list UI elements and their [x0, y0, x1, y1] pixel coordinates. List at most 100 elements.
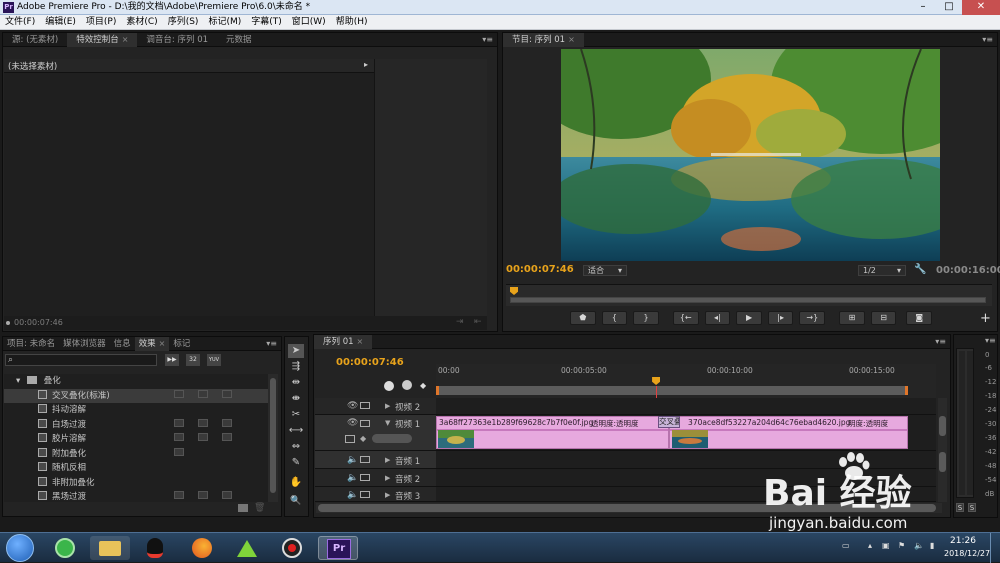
- collapse-track-icon[interactable]: ▼: [385, 419, 390, 427]
- slip-tool-icon[interactable]: ⟷: [288, 424, 304, 438]
- folder-dissolve[interactable]: ▾ 叠化: [4, 374, 268, 389]
- panel-menu-icon[interactable]: ▾≡: [266, 337, 277, 351]
- track-header-audio3[interactable]: 🔈 ▶ 音频 3: [315, 487, 436, 502]
- expand-track-icon[interactable]: ▶: [385, 491, 390, 499]
- fit-dropdown[interactable]: 适合 ▾: [583, 265, 627, 276]
- menu-edit[interactable]: 编辑(E): [40, 15, 81, 29]
- record-icon[interactable]: [272, 536, 312, 560]
- keyframe-icon[interactable]: ◆: [360, 434, 366, 443]
- scrollbar-thumb[interactable]: [270, 378, 276, 493]
- speaker-icon[interactable]: 🔈: [347, 490, 358, 500]
- track-lane-video2[interactable]: [436, 398, 936, 415]
- solo-right-button[interactable]: S: [968, 503, 976, 512]
- network-icon[interactable]: ▮: [930, 541, 934, 550]
- export-frame-icon[interactable]: ◙: [906, 311, 933, 325]
- pinnacle-icon[interactable]: [227, 536, 267, 560]
- start-icon[interactable]: [6, 534, 34, 562]
- lock-icon[interactable]: [360, 491, 370, 498]
- new-bin-icon[interactable]: [238, 504, 248, 512]
- track-header-audio1[interactable]: 🔈 ▶ 音频 1: [315, 451, 436, 469]
- volume-icon[interactable]: 🔈: [914, 541, 924, 550]
- tray-arrow-icon[interactable]: ▴: [868, 541, 872, 550]
- filter-icon[interactable]: ⇥: [456, 317, 464, 327]
- list-item[interactable]: 非附加叠化: [4, 476, 268, 491]
- wrench-icon[interactable]: 🔧: [914, 264, 926, 275]
- menu-project[interactable]: 项目(P): [81, 15, 121, 29]
- clock-date[interactable]: 2018/12/27: [944, 549, 990, 558]
- close-icon[interactable]: ×: [568, 35, 575, 44]
- yuv-effects-button[interactable]: YUV: [207, 354, 221, 366]
- resolution-dropdown[interactable]: 1/2 ▾: [858, 265, 906, 276]
- tab-metadata[interactable]: 元数据: [217, 33, 261, 47]
- clip-opacity-label[interactable]: 明度:透明度: [848, 418, 888, 429]
- track-header-audio2[interactable]: 🔈 ▶ 音频 2: [315, 469, 436, 487]
- set-marker-icon[interactable]: [402, 380, 412, 390]
- work-area-bar[interactable]: [436, 386, 908, 395]
- close-icon[interactable]: ×: [159, 339, 166, 348]
- track-header-video1[interactable]: 👁 ▼ 视频 1 ◆: [315, 415, 436, 451]
- tray-app-icon[interactable]: ▣: [882, 541, 890, 550]
- file-explorer-icon[interactable]: [90, 536, 130, 560]
- solo-left-button[interactable]: S: [956, 503, 964, 512]
- go-to-in-icon[interactable]: {←: [672, 311, 699, 325]
- clip-opacity-label[interactable]: 透明度:透明度: [591, 418, 639, 429]
- speaker-icon[interactable]: 🔈: [347, 473, 358, 483]
- flag-icon[interactable]: ⚑: [898, 541, 905, 550]
- close-icon[interactable]: ✕: [962, 0, 1000, 15]
- list-item[interactable]: 黑场过渡: [4, 490, 268, 505]
- panel-menu-icon[interactable]: ▾≡: [985, 336, 996, 345]
- tab-source[interactable]: 源: (无素材): [3, 33, 67, 47]
- step-back-icon[interactable]: ◂|: [704, 311, 731, 325]
- add-button[interactable]: +: [980, 312, 991, 325]
- firefox-icon[interactable]: [182, 536, 222, 560]
- show-desktop-button[interactable]: [990, 533, 1000, 563]
- panel-menu-icon[interactable]: ▾≡: [982, 33, 993, 47]
- list-item[interactable]: 抖动溶解: [4, 403, 268, 418]
- list-item[interactable]: 胶片溶解: [4, 432, 268, 447]
- expand-track-icon[interactable]: ▶: [385, 402, 390, 410]
- 360-icon[interactable]: [45, 536, 85, 560]
- maximize-icon[interactable]: □: [936, 0, 962, 15]
- list-item[interactable]: 白场过渡: [4, 418, 268, 433]
- delete-icon[interactable]: 🗑: [254, 503, 265, 513]
- zoom-scroll-bar[interactable]: [510, 297, 986, 303]
- timeline-timecode[interactable]: 00:00:07:46: [336, 357, 404, 368]
- expand-track-icon[interactable]: ▶: [385, 474, 390, 482]
- panel-menu-icon[interactable]: ▾≡: [482, 33, 493, 47]
- accelerated-effects-button[interactable]: ▶▶: [165, 354, 179, 366]
- video-clip[interactable]: 3a68ff27363e1b289f69628c7b7f0e0f.jpg 透明度…: [436, 416, 670, 449]
- lock-icon[interactable]: [360, 474, 370, 481]
- marker-icon[interactable]: ⬟: [570, 311, 596, 325]
- tab-media-browser[interactable]: 媒体浏览器: [59, 337, 110, 351]
- eye-icon[interactable]: 👁: [347, 401, 358, 411]
- list-item[interactable]: 交叉叠化(标准): [4, 388, 268, 403]
- extract-icon[interactable]: ⊟: [870, 311, 897, 325]
- menu-clip[interactable]: 素材(C): [121, 15, 162, 29]
- transition-block[interactable]: 交叉叠: [658, 416, 681, 428]
- speaker-icon[interactable]: 🔈: [347, 455, 358, 465]
- tab-info[interactable]: 信息: [110, 337, 135, 351]
- expand-track-icon[interactable]: ▶: [385, 456, 390, 464]
- pen-tool-icon[interactable]: ✎: [288, 456, 304, 470]
- eye-icon[interactable]: 👁: [347, 418, 358, 428]
- lift-icon[interactable]: ⊞: [839, 311, 865, 325]
- menu-help[interactable]: 帮助(H): [331, 15, 373, 29]
- keyboard-icon[interactable]: ▭: [842, 541, 850, 550]
- razor-tool-icon[interactable]: ✂: [288, 408, 304, 422]
- ripple-edit-tool-icon[interactable]: ⇹: [288, 376, 304, 390]
- close-icon[interactable]: ×: [357, 337, 364, 346]
- video-clip[interactable]: 370ace8df53227a204d64c76ebad4620.jpg 明度:…: [669, 416, 908, 449]
- zoom-tool-icon[interactable]: 🔍: [288, 494, 304, 508]
- folder-arrow-icon[interactable]: ▾: [16, 376, 20, 386]
- menu-marker[interactable]: 标记(M): [203, 15, 246, 29]
- rolling-edit-tool-icon[interactable]: ⇼: [288, 392, 304, 406]
- display-style-icon[interactable]: [345, 435, 355, 443]
- expand-arrow-icon[interactable]: ▸: [364, 60, 368, 69]
- premiere-icon[interactable]: Pr: [318, 536, 358, 560]
- snap-icon[interactable]: [384, 381, 394, 391]
- scrollbar-thumb[interactable]: [939, 416, 946, 436]
- track-select-tool-icon[interactable]: ⇶: [288, 360, 304, 374]
- panel-menu-icon[interactable]: ▾≡: [935, 335, 946, 349]
- lock-icon[interactable]: [360, 402, 370, 409]
- mark-out-icon[interactable]: }: [633, 311, 659, 325]
